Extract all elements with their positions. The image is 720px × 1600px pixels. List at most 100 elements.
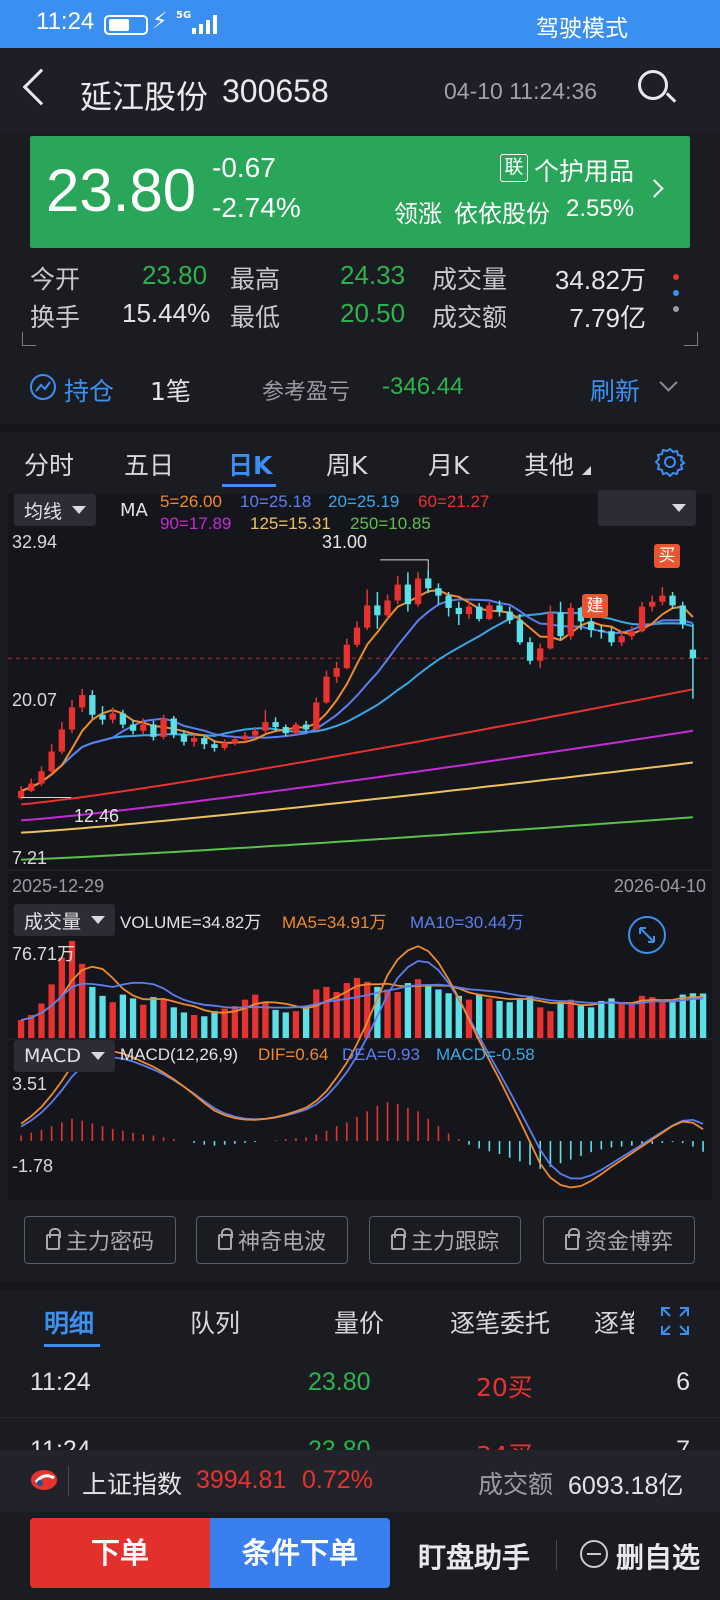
trade-time: 11:24 [30,1368,91,1396]
index-bar[interactable]: 上证指数 3994.81 0.72% 成交额 6093.18亿 [0,1450,720,1512]
volume-bar [516,998,524,1038]
tool-main-force-code[interactable]: 主力密码 [24,1216,176,1264]
tab-volume-price[interactable]: 量价 [334,1304,384,1340]
volume-bar [323,986,330,1038]
macd-hist-value: MACD=-0.58 [436,1045,535,1064]
candle-body [38,771,45,784]
volume-bar [109,1002,116,1038]
y-axis-top: 32.94 [12,532,58,552]
stat-value-high: 24.33 [340,260,406,290]
fullscreen-icon[interactable] [660,1306,690,1336]
volume-bar [699,993,707,1038]
volume-dropdown[interactable]: 成交量 [14,904,116,936]
macd-y-bottom: -1.78 [12,1156,54,1176]
candle-body [557,612,564,637]
volume-bar [129,998,137,1038]
sector-badge: 联 [500,154,528,182]
tab-tick-by-tick[interactable]: 逐笔 [594,1304,634,1340]
chevron-down-icon [91,916,106,924]
tab-queue[interactable]: 队列 [190,1304,240,1340]
buy-tag[interactable]: 买 [654,544,680,568]
more-dots-icon[interactable] [672,274,680,320]
tool-fund-game[interactable]: 资金博弈 [543,1216,695,1264]
volume-bar [48,984,55,1038]
lock-icon [217,1228,233,1250]
tab-intraday[interactable]: 分时 [24,446,74,482]
back-icon[interactable] [22,68,60,106]
volume-bar [445,993,452,1038]
tab-monthly-k[interactable]: 月K [428,446,469,482]
indicator-selector[interactable] [598,490,696,526]
candle-body [211,744,218,748]
tab-weekly-k[interactable]: 周K [326,446,367,482]
stat-value-amount: 7.79亿 [569,303,646,333]
position-label[interactable]: 持仓 [64,372,114,408]
tab-detail[interactable]: 明细 [44,1304,94,1340]
conditional-order-button[interactable]: 条件下单 [210,1518,390,1588]
tab-other[interactable]: 其他 [524,446,574,482]
volume-bar [394,992,401,1038]
stats-grid[interactable]: 今开 23.80 最高 24.33 成交量 34.82万 换手 15.44% 最… [0,256,720,348]
search-icon[interactable] [638,70,677,106]
chart-tabs: 分时 五日 日K 周K 月K 其他 [0,432,720,492]
tool-main-force-track[interactable]: 主力跟踪 [369,1216,521,1264]
candle-body [140,724,147,731]
build-position-tag[interactable]: 建 [582,594,608,618]
kline-chart-area[interactable]: 均线 MA 5=26.00 10=25.18 20=25.19 60=21.27… [8,490,712,1200]
candle-body [343,644,350,669]
sector-name[interactable]: 个护用品 [534,152,634,188]
drive-mode-label[interactable]: 驾驶模式 [536,9,628,43]
conditional-order-label: 条件下单 [241,1536,358,1570]
stock-code: 300658 [222,73,329,109]
table-row: 11:24 23.80 20买 6 [0,1350,720,1418]
volume-bar [364,981,371,1038]
candle-body [628,631,635,637]
trade-time: 11:24 [30,1436,91,1450]
volume-bar [38,1003,45,1038]
chevron-down-icon[interactable] [659,373,678,392]
refresh-button[interactable]: 刷新 [590,372,640,408]
volume-bar [577,1004,585,1038]
candle-body [201,738,208,745]
candle-body [323,676,330,703]
low-price-marker: 12.46 [74,806,120,826]
tab-daily-k[interactable]: 日K [228,446,272,482]
volume-bar [526,995,534,1038]
index-value: 3994.81 [196,1466,287,1494]
price-card[interactable]: 23.80 -0.67 -2.74% 联 个护用品 领涨 依依股份 2.55% [30,136,690,248]
chevron-down-icon [672,504,686,512]
chevron-down-icon [72,506,87,514]
candle-body [150,724,157,737]
volume-bar [313,989,320,1038]
candle-body [435,588,442,596]
candle-body [374,605,381,616]
candle-body [292,724,300,734]
volume-value: VOLUME=34.82万 [120,913,262,932]
remove-favorite-button[interactable]: 删自选 [616,1536,700,1576]
watch-assistant-button[interactable]: 盯盘助手 [418,1536,530,1576]
candle-body [659,595,666,602]
volume-bar [414,979,422,1038]
tool-magic-wave[interactable]: 神奇电波 [196,1216,348,1264]
volume-bar [282,1012,289,1038]
actions-divider [556,1540,557,1570]
order-button[interactable]: 下单 [30,1518,210,1588]
candle-body [496,605,503,612]
tab-order-by-order[interactable]: 逐笔委托 [450,1304,550,1340]
expand-icon[interactable] [628,916,666,954]
candle-body [241,735,249,740]
macd-dropdown[interactable]: MACD [14,1040,115,1072]
candle-body [486,605,493,619]
candle-body [282,727,289,734]
lock-icon [45,1228,61,1250]
remove-icon[interactable] [580,1540,608,1568]
volume-bar [190,1015,198,1038]
candle-body [465,606,473,615]
lock-icon [564,1228,580,1250]
candle-body [587,621,595,631]
ma-dropdown[interactable]: 均线 [14,494,97,526]
tab-five-day[interactable]: 五日 [124,446,174,482]
candle-body [394,584,401,601]
position-chart-icon [30,374,56,400]
settings-gear-icon[interactable] [654,446,686,478]
